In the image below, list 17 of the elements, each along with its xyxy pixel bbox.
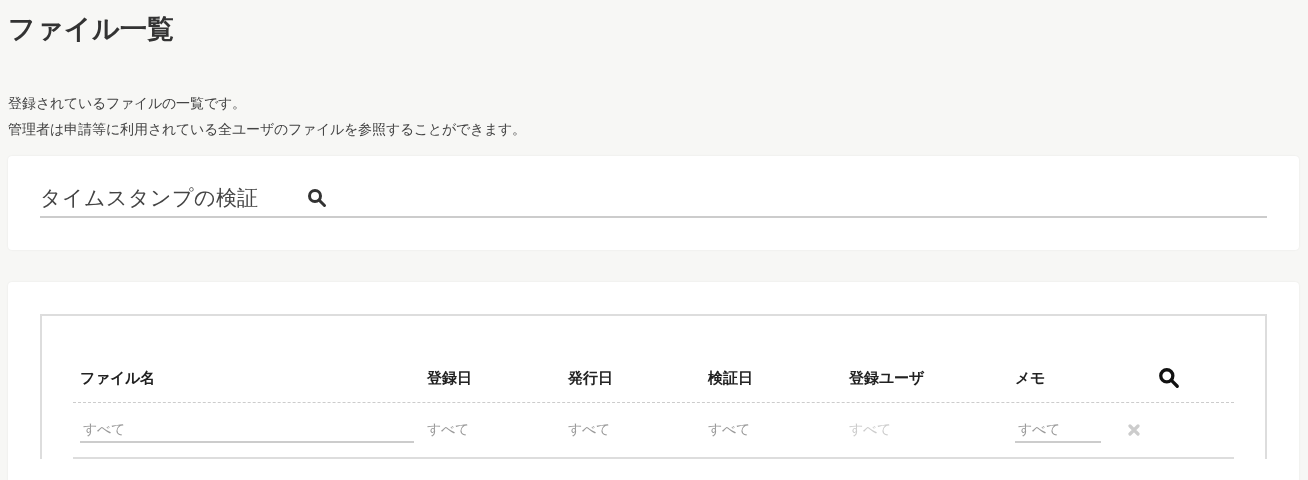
column-header: 発行日 [568,368,613,388]
column-header: メモ [1015,368,1045,388]
column-header: 検証日 [708,368,753,388]
filter-select[interactable]: すべて [427,421,469,439]
description-text: 管理者は申請等に利用されている全ユーザのファイルを参照することができます。 [8,120,527,139]
column-header: 登録ユーザ [849,368,924,388]
timestamp-search-field[interactable]: タイムスタンプの検証 [40,186,295,210]
description-text: 登録されているファイルの一覧です。 [8,94,247,113]
filter-field[interactable]: すべて [1015,417,1101,443]
search-icon[interactable] [1158,367,1180,389]
search-icon[interactable] [307,188,327,208]
filter-field[interactable]: すべて [80,417,414,443]
column-header: 登録日 [427,368,472,388]
filter-select[interactable]: すべて [708,421,750,439]
page-title: ファイル一覧 [8,12,175,46]
filter-select[interactable]: すべて [568,421,610,439]
column-header: ファイル名 [80,368,155,388]
